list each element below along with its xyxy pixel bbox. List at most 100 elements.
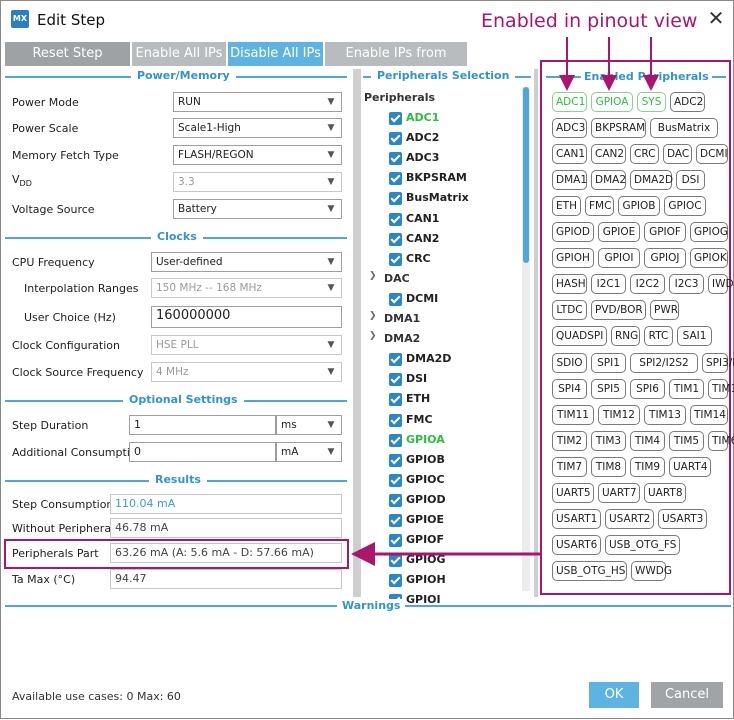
tree-item-crc[interactable]: CRC [369, 251, 519, 269]
peripheral-chip-sdio[interactable]: SDIO [552, 353, 587, 373]
tree-item-dsi[interactable]: DSI [369, 371, 519, 389]
peripheral-chip-uart8[interactable]: UART8 [644, 483, 686, 503]
peripheral-chip-dcmi[interactable]: DCMI [696, 144, 728, 164]
peripheral-chip-tim12[interactable]: TIM12 [598, 405, 640, 425]
peripheral-chip-adc3[interactable]: ADC3 [552, 118, 587, 138]
peripheral-chip-gpioe[interactable]: GPIOE [598, 222, 640, 242]
peripheral-chip-rtc[interactable]: RTC [644, 326, 673, 346]
peripheral-chip-bkpsram[interactable]: BKPSRAM [591, 118, 646, 138]
checkbox-checked-icon[interactable] [389, 152, 402, 165]
peripheral-chip-gpioi[interactable]: GPIOI [598, 248, 640, 268]
tree-group-dma1[interactable]: ❯ DMA1 [369, 311, 519, 329]
peripheral-chip-can2[interactable]: CAN2 [591, 144, 626, 164]
peripheral-chip-i2c1[interactable]: I2C1 [591, 274, 626, 294]
memory-fetch-select[interactable]: FLASH/REGON ▼ [173, 145, 342, 165]
tree-group-dma2[interactable]: ❯ DMA2 [369, 331, 519, 349]
enable-all-ips-button[interactable]: Enable All IPs [132, 42, 227, 66]
peripheral-chip-spi6[interactable]: SPI6 [630, 379, 665, 399]
checkbox-checked-icon[interactable] [389, 353, 402, 366]
peripheral-chip-uart7[interactable]: UART7 [598, 483, 640, 503]
checkbox-checked-icon[interactable] [389, 233, 402, 246]
peripheral-chip-uart5[interactable]: UART5 [552, 483, 594, 503]
peripheral-chip-can1[interactable]: CAN1 [552, 144, 587, 164]
peripheral-chip-i2c2[interactable]: I2C2 [630, 274, 665, 294]
power-scale-select[interactable]: Scale1-High ▼ [173, 118, 342, 138]
peripheral-chip-adc2[interactable]: ADC2 [670, 92, 705, 112]
additional-consumption-unit-select[interactable]: mA ▼ [276, 442, 342, 462]
panel-splitter[interactable] [353, 69, 361, 597]
peripheral-chip-ltdc[interactable]: LTDC [552, 300, 587, 320]
peripheral-chip-busmatrix[interactable]: BusMatrix [650, 118, 718, 138]
peripheral-chip-dac[interactable]: DAC [663, 144, 692, 164]
peripheral-chip-hash[interactable]: HASH [552, 274, 587, 294]
tree-item-gpioh[interactable]: GPIOH [369, 572, 519, 590]
tree-item-bkpsram[interactable]: BKPSRAM [369, 170, 519, 188]
tree-item-gpiob[interactable]: GPIOB [369, 452, 519, 470]
panel-splitter[interactable] [534, 69, 538, 597]
checkbox-checked-icon[interactable] [389, 514, 402, 527]
peripheral-chip-fmc[interactable]: FMC [585, 196, 614, 216]
checkbox-checked-icon[interactable] [389, 112, 402, 125]
peripheral-chip-pwr[interactable]: PWR [650, 300, 679, 320]
peripheral-chip-tim2[interactable]: TIM2 [552, 431, 587, 451]
peripheral-chip-tim9[interactable]: TIM9 [630, 457, 665, 477]
peripheral-chip-gpioj[interactable]: GPIOJ [644, 248, 686, 268]
cancel-button[interactable]: Cancel [651, 682, 723, 708]
peripheral-chip-usart2[interactable]: USART2 [605, 509, 654, 529]
peripheral-chip-spi2-i2s2[interactable]: SPI2/I2S2 [630, 353, 698, 373]
peripheral-chip-tim8[interactable]: TIM8 [591, 457, 626, 477]
tree-item-gpiog[interactable]: GPIOG [369, 552, 519, 570]
peripheral-chip-quadspi[interactable]: QUADSPI [552, 326, 607, 346]
tree-item-dcmi[interactable]: DCMI [369, 291, 519, 309]
peripheral-chip-gpioh[interactable]: GPIOH [552, 248, 594, 268]
close-icon[interactable]: ✕ [705, 7, 727, 29]
peripheral-chip-iwdg[interactable]: IWDG [708, 274, 734, 294]
peripheral-chip-dma1[interactable]: DMA1 [552, 170, 587, 190]
tree-item-adc2[interactable]: ADC2 [369, 130, 519, 148]
checkbox-checked-icon[interactable] [389, 213, 402, 226]
peripheral-chip-tim10[interactable]: TIM10 [708, 379, 734, 399]
peripheral-chip-spi3-i2s3[interactable]: SPI3/I2S3 [702, 353, 734, 373]
peripheral-chip-spi4[interactable]: SPI4 [552, 379, 587, 399]
checkbox-checked-icon[interactable] [389, 554, 402, 567]
tree-item-gpioc[interactable]: GPIOC [369, 472, 519, 490]
peripheral-chip-dsi[interactable]: DSI [676, 170, 705, 190]
reset-step-settings-button[interactable]: Reset Step Settings [5, 42, 131, 85]
user-choice-input[interactable]: 160000000 [151, 306, 342, 328]
disable-all-ips-button[interactable]: Disable All IPs [228, 42, 324, 66]
tree-item-gpioa[interactable]: GPIOA [369, 432, 519, 450]
peripheral-chip-usart1[interactable]: USART1 [552, 509, 601, 529]
checkbox-checked-icon[interactable] [389, 454, 402, 467]
checkbox-checked-icon[interactable] [389, 393, 402, 406]
peripheral-chip-dma2[interactable]: DMA2 [591, 170, 626, 190]
checkbox-checked-icon[interactable] [389, 192, 402, 205]
peripheral-chip-tim14[interactable]: TIM14 [690, 405, 728, 425]
checkbox-checked-icon[interactable] [389, 373, 402, 386]
enable-ips-from-pinout-button[interactable]: Enable IPs from Pinout [325, 42, 468, 85]
tree-item-adc3[interactable]: ADC3 [369, 150, 519, 168]
peripheral-chip-tim13[interactable]: TIM13 [644, 405, 686, 425]
peripheral-chip-gpiok[interactable]: GPIOK [690, 248, 728, 268]
checkbox-checked-icon[interactable] [389, 293, 402, 306]
peripheral-chip-tim6[interactable]: TIM6 [708, 431, 734, 451]
checkbox-checked-icon[interactable] [389, 474, 402, 487]
checkbox-checked-icon[interactable] [389, 494, 402, 507]
peripheral-chip-tim7[interactable]: TIM7 [552, 457, 587, 477]
peripheral-chip-tim11[interactable]: TIM11 [552, 405, 594, 425]
voltage-source-select[interactable]: Battery ▼ [173, 199, 342, 219]
tree-item-gpiof[interactable]: GPIOF [369, 532, 519, 550]
tree-item-can1[interactable]: CAN1 [369, 211, 519, 229]
additional-consumption-input[interactable]: 0 [129, 442, 276, 462]
peripheral-chip-gpioa[interactable]: GPIOA [591, 92, 633, 112]
tree-scrollbar-thumb[interactable] [523, 87, 529, 263]
peripheral-chip-tim1[interactable]: TIM1 [669, 379, 704, 399]
chevron-right-icon[interactable]: ❯ [369, 331, 377, 341]
step-duration-unit-select[interactable]: ms ▼ [276, 415, 342, 435]
peripheral-chip-tim4[interactable]: TIM4 [630, 431, 665, 451]
peripheral-chip-gpiog[interactable]: GPIOG [690, 222, 728, 242]
peripheral-chip-spi1[interactable]: SPI1 [591, 353, 626, 373]
tree-item-fmc[interactable]: FMC [369, 412, 519, 430]
step-duration-input[interactable]: 1 [129, 415, 276, 435]
checkbox-checked-icon[interactable] [389, 534, 402, 547]
peripheral-chip-uart4[interactable]: UART4 [669, 457, 711, 477]
